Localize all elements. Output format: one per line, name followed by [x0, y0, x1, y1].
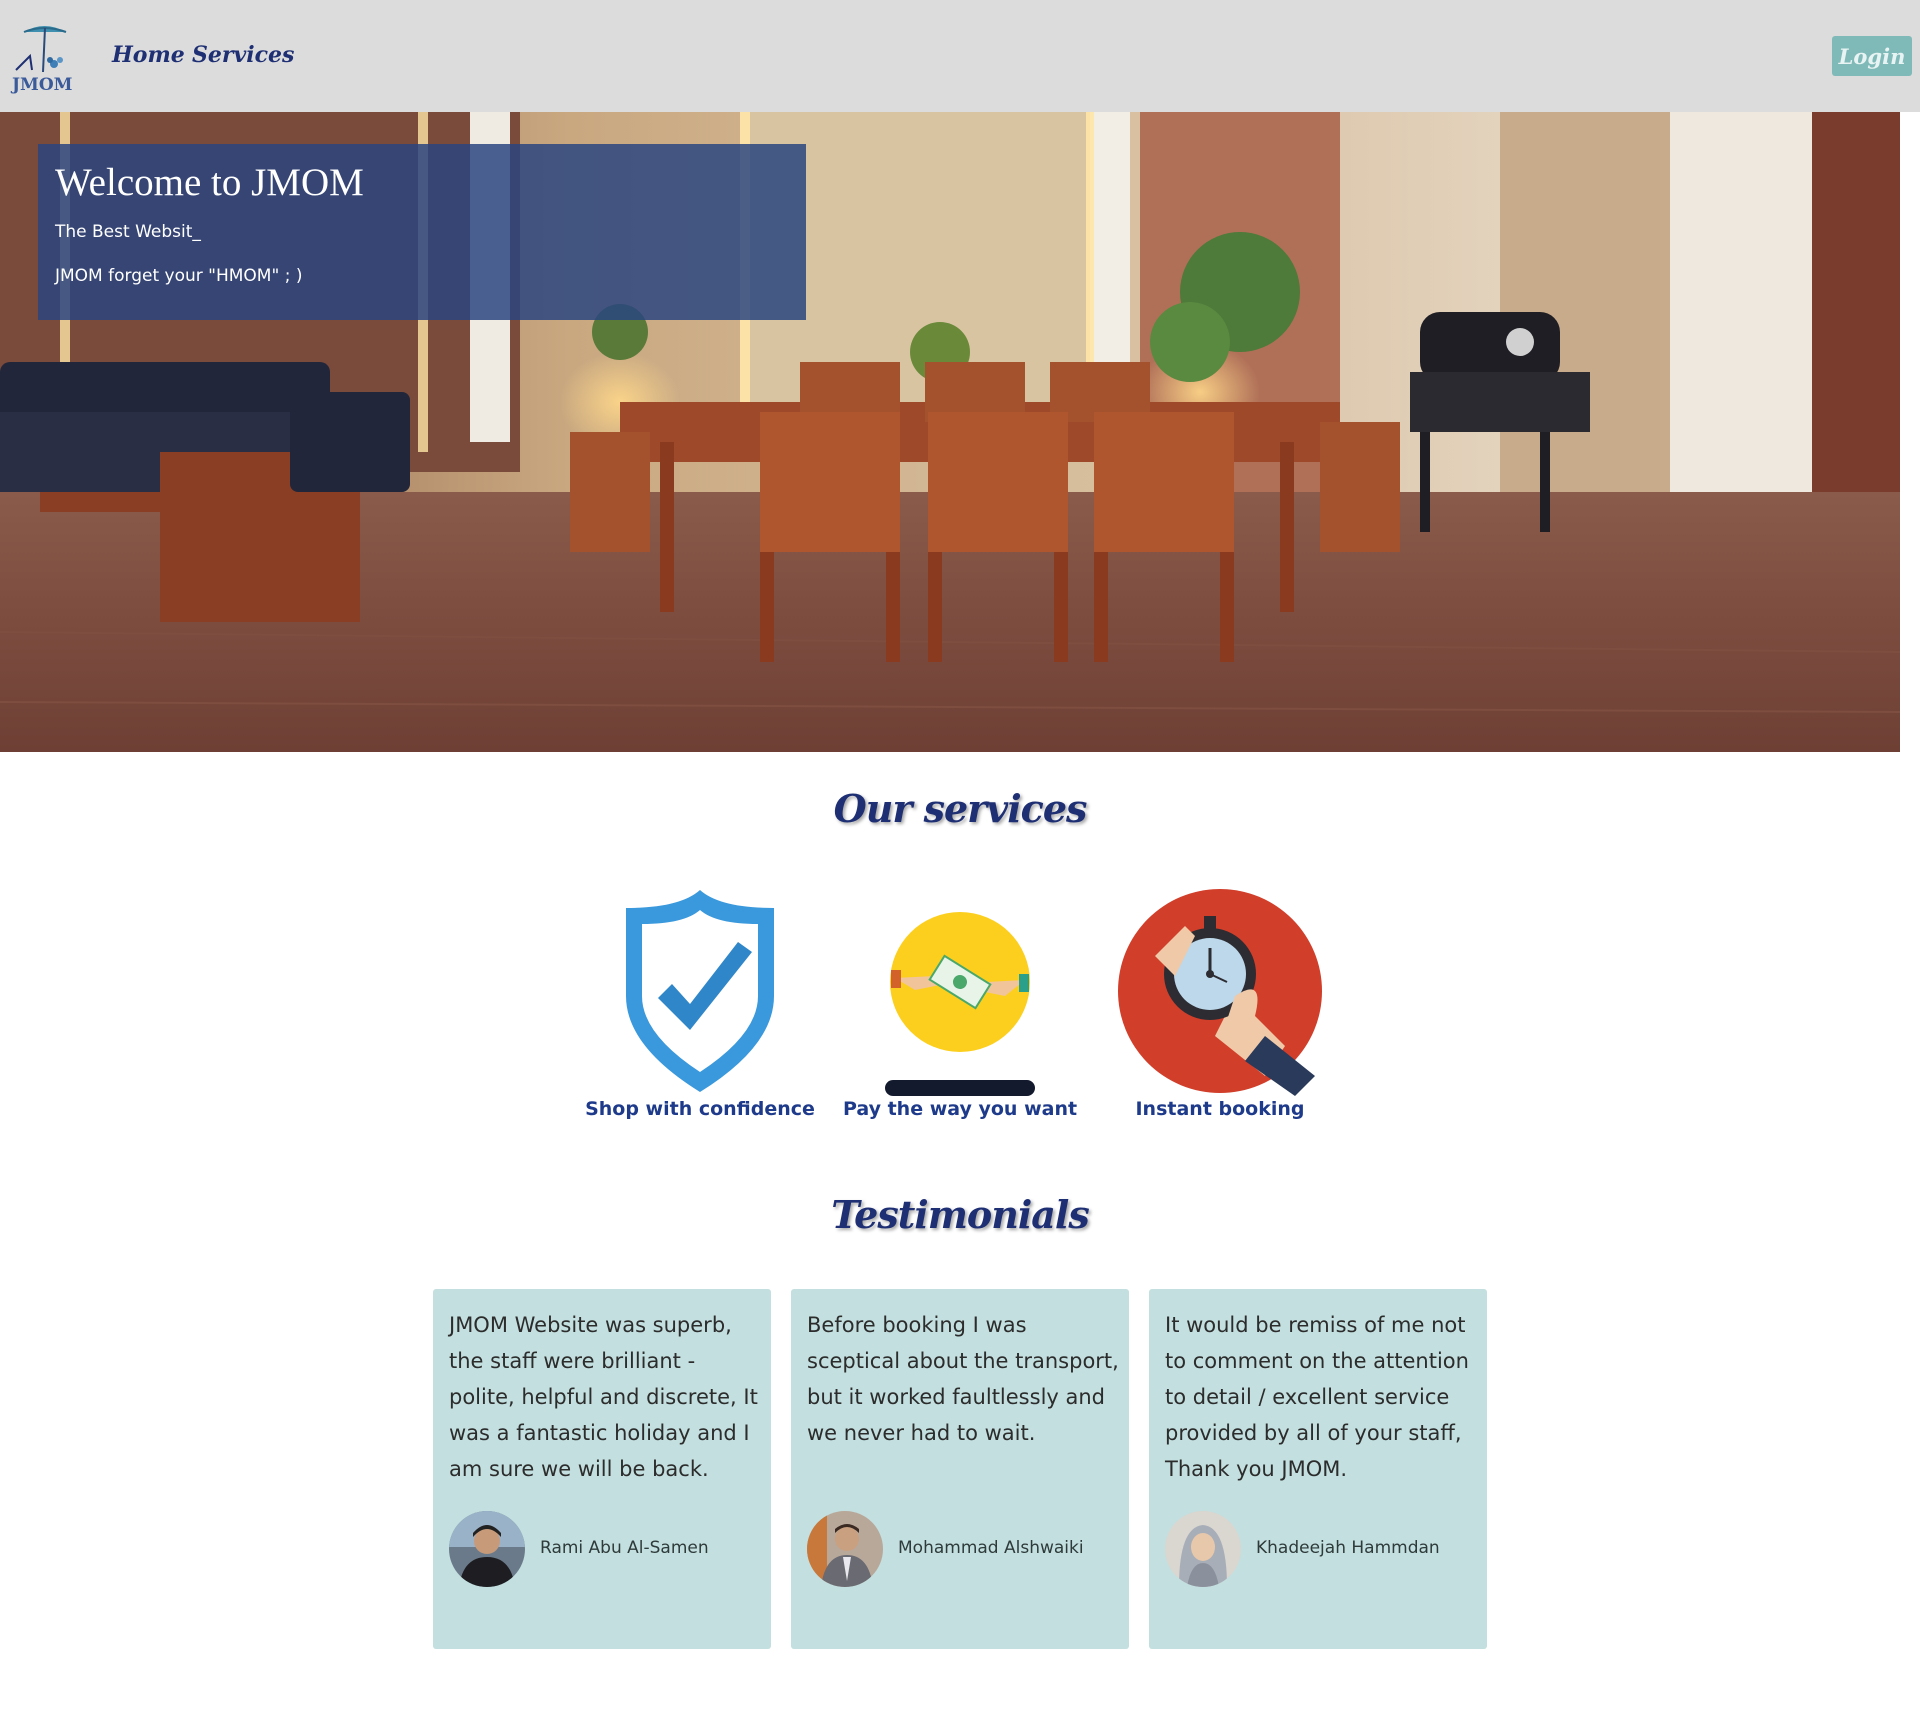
- testimonial-card: It would be remiss of me not to comment …: [1149, 1289, 1487, 1649]
- testimonial-text: JMOM Website was superb, the staff were …: [449, 1313, 758, 1481]
- hero-title: Welcome to JMOM: [55, 161, 364, 204]
- service-shop-with-confidence: Shop with confidence: [580, 886, 820, 1126]
- testimonial-text: Before booking I was sceptical about the…: [807, 1313, 1119, 1445]
- testimonial-card: Before booking I was sceptical about the…: [791, 1289, 1129, 1649]
- testimonial-author: Khadeejah Hammdan: [1256, 1538, 1440, 1558]
- money-exchange-icon: [875, 886, 1045, 1100]
- jmom-logo[interactable]: JMOM: [10, 20, 86, 95]
- testimonial-author: Mohammad Alshwaiki: [898, 1538, 1084, 1558]
- service-label: Shop with confidence: [585, 1098, 815, 1120]
- hero-tagline: The Best Websit_: [55, 222, 201, 242]
- service-instant-booking: Instant booking: [1100, 886, 1340, 1126]
- nav-services-link[interactable]: Services: [192, 42, 294, 68]
- nav-home-link[interactable]: Home: [112, 42, 185, 68]
- testimonial-text: It would be remiss of me not to comment …: [1165, 1313, 1469, 1481]
- shield-check-icon: [620, 886, 780, 1100]
- service-pay-the-way: Pay the way you want: [840, 886, 1080, 1126]
- testimonials-heading: Testimonials: [831, 1192, 1090, 1237]
- hero-banner: Welcome to JMOM The Best Websit_ JMOM fo…: [0, 112, 1900, 752]
- testimonial-card: JMOM Website was superb, the staff were …: [433, 1289, 771, 1649]
- stopwatch-hand-icon: [1115, 886, 1325, 1100]
- avatar: [807, 1511, 883, 1587]
- hero-welcome-box: Welcome to JMOM The Best Websit_ JMOM fo…: [38, 144, 806, 320]
- logo-text: JMOM: [10, 75, 73, 94]
- service-label: Pay the way you want: [842, 1098, 1078, 1120]
- avatar: [449, 1511, 525, 1587]
- testimonial-author: Rami Abu Al-Samen: [540, 1538, 709, 1558]
- login-button[interactable]: Login: [1832, 36, 1912, 76]
- services-heading: Our services: [833, 786, 1088, 831]
- service-label: Instant booking: [1135, 1098, 1305, 1120]
- hero-slogan: JMOM forget your "HMOM" ; ): [55, 266, 303, 286]
- avatar: [1165, 1511, 1241, 1587]
- navbar: JMOM Home Services Login: [0, 0, 1920, 112]
